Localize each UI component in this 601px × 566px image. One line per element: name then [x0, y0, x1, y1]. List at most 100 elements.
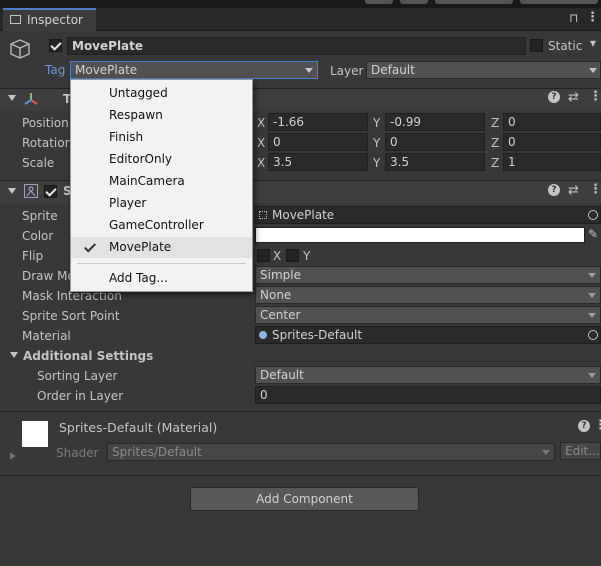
- menu-item-editoronly[interactable]: EditorOnly: [71, 149, 252, 170]
- toolbar-button[interactable]: [365, 0, 393, 4]
- menu-item-moveplate[interactable]: MovePlate: [71, 237, 252, 258]
- flip-x-label: X: [273, 249, 282, 263]
- flip-y-label: Y: [303, 249, 311, 263]
- sprite-renderer-enabled-checkbox[interactable]: [44, 185, 57, 198]
- tab-inspector[interactable]: Inspector: [3, 8, 96, 31]
- help-icon[interactable]: ?: [548, 91, 560, 103]
- static-dropdown-icon[interactable]: ▾: [590, 36, 596, 50]
- position-y-field[interactable]: -0.99: [385, 113, 485, 131]
- rotation-y-field[interactable]: 0: [385, 133, 485, 151]
- menu-item-label: MovePlate: [109, 240, 172, 254]
- checkmark-icon: [83, 240, 97, 253]
- toolbar-button[interactable]: [520, 0, 598, 4]
- component-menu-icon[interactable]: ⋮: [589, 89, 601, 104]
- sorting-layer-dropdown[interactable]: Default: [255, 366, 601, 384]
- rotation-x-field[interactable]: 0: [268, 133, 368, 151]
- menu-item-add-tag[interactable]: Add Tag...: [71, 268, 252, 289]
- menu-item-player[interactable]: Player: [71, 193, 252, 214]
- layer-value: Default: [371, 63, 415, 77]
- help-icon[interactable]: ?: [578, 420, 590, 432]
- eyedropper-icon[interactable]: ✎: [588, 227, 598, 241]
- menu-separator: [77, 263, 246, 264]
- material-value: Sprites-Default: [272, 328, 363, 342]
- tag-dropdown[interactable]: MovePlate: [70, 61, 318, 79]
- foldout-arrow-icon[interactable]: [8, 188, 16, 194]
- position-x-field[interactable]: -1.66: [268, 113, 368, 131]
- rotation-z-field[interactable]: 0: [503, 133, 601, 151]
- draw-mode-value: Simple: [260, 268, 301, 282]
- mask-interaction-dropdown[interactable]: None: [255, 286, 601, 304]
- additional-settings-label[interactable]: Additional Settings: [23, 349, 153, 363]
- chevron-down-icon: [589, 68, 597, 73]
- menu-item-label: GameController: [109, 218, 204, 232]
- draw-mode-label: Draw Mo: [22, 269, 75, 283]
- sprite-label: Sprite: [22, 209, 58, 223]
- sprite-sort-point-label: Sprite Sort Point: [22, 309, 120, 323]
- object-picker-icon[interactable]: [588, 330, 598, 340]
- lock-icon[interactable]: ⊓: [569, 11, 578, 25]
- foldout-arrow-icon[interactable]: [10, 452, 16, 460]
- component-menu-icon[interactable]: ⋮: [594, 418, 601, 433]
- active-checkbox[interactable]: [49, 39, 62, 52]
- toolbar-button[interactable]: [435, 0, 513, 4]
- flip-x-checkbox[interactable]: [257, 249, 270, 262]
- add-component-button[interactable]: Add Component: [190, 487, 419, 511]
- menu-item-label: Finish: [109, 130, 144, 144]
- object-name-field[interactable]: MovePlate: [67, 37, 526, 55]
- tag-dropdown-menu: Untagged Respawn Finish EditorOnly MainC…: [70, 79, 253, 292]
- help-icon[interactable]: ?: [548, 184, 560, 196]
- divider: [0, 411, 601, 412]
- rotation-label: Rotation: [22, 136, 73, 150]
- menu-item-label: Respawn: [109, 108, 163, 122]
- material-object-field[interactable]: Sprites-Default: [255, 326, 601, 344]
- scale-x-field[interactable]: 3.5: [268, 153, 368, 171]
- mask-interaction-value: None: [260, 288, 292, 302]
- foldout-arrow-icon[interactable]: [8, 95, 16, 101]
- position-z-field[interactable]: 0: [503, 113, 601, 131]
- axis-z-label: Z: [491, 156, 500, 170]
- preset-icon[interactable]: ⇄: [568, 90, 579, 105]
- tab-title: Inspector: [27, 13, 83, 27]
- axis-z-label: Z: [491, 136, 500, 150]
- sorting-layer-value: Default: [260, 368, 304, 382]
- preset-icon[interactable]: ⇄: [568, 183, 579, 198]
- sprite-object-field[interactable]: MovePlate: [255, 206, 601, 224]
- chevron-down-icon: [588, 273, 596, 278]
- more-menu-icon[interactable]: ⋮: [586, 10, 599, 25]
- static-label: Static: [548, 39, 583, 53]
- draw-mode-dropdown[interactable]: Simple: [255, 266, 601, 284]
- shader-label: Shader: [56, 446, 99, 460]
- menu-item-label: Untagged: [109, 86, 168, 100]
- foldout-arrow-icon[interactable]: [10, 352, 18, 358]
- edit-shader-button[interactable]: Edit...: [560, 442, 601, 460]
- scale-y-field[interactable]: 3.5: [385, 153, 485, 171]
- color-label: Color: [22, 229, 54, 243]
- component-menu-icon[interactable]: ⋮: [589, 182, 601, 197]
- layer-dropdown[interactable]: Default: [366, 61, 601, 79]
- axis-y-label: Y: [373, 116, 381, 130]
- sprite-sort-point-dropdown[interactable]: Center: [255, 306, 601, 324]
- menu-item-maincamera[interactable]: MainCamera: [71, 171, 252, 192]
- menu-item-gamecontroller[interactable]: GameController: [71, 215, 252, 236]
- static-checkbox[interactable]: [530, 39, 543, 52]
- object-picker-icon[interactable]: [588, 210, 598, 220]
- menu-item-label: Add Tag...: [109, 271, 168, 285]
- menu-item-finish[interactable]: Finish: [71, 127, 252, 148]
- scale-z-field[interactable]: 1: [503, 153, 601, 171]
- chevron-down-icon: [588, 313, 596, 318]
- menu-item-respawn[interactable]: Respawn: [71, 105, 252, 126]
- tag-label: Tag: [45, 63, 66, 77]
- gameobject-cube-icon: [9, 38, 31, 60]
- layer-label: Layer: [330, 64, 364, 78]
- color-swatch-field[interactable]: [255, 227, 585, 243]
- transform-icon: [23, 91, 39, 107]
- chevron-down-icon: [542, 450, 550, 455]
- shader-value: Sprites/Default: [112, 445, 202, 459]
- flip-y-checkbox[interactable]: [286, 249, 299, 262]
- order-in-layer-label: Order in Layer: [37, 389, 124, 403]
- order-in-layer-field[interactable]: 0: [255, 386, 601, 404]
- shader-dropdown[interactable]: Sprites/Default: [107, 443, 555, 461]
- toolbar-button[interactable]: [400, 0, 428, 4]
- menu-item-untagged[interactable]: Untagged: [71, 83, 252, 104]
- chevron-down-icon: [305, 68, 313, 73]
